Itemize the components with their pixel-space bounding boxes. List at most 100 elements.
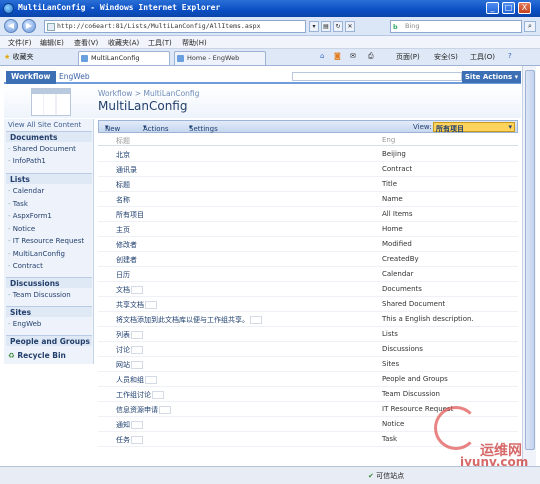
list-row[interactable]: 名称 Name [98,193,518,207]
list-row[interactable]: 人员和组 People and Groups [98,373,518,387]
nav-item-contract[interactable]: Contract [8,262,43,270]
edit-menu-icon[interactable] [250,316,262,324]
list-item-title[interactable]: 任务 [116,435,143,445]
list-item-title[interactable]: 人员和组 [116,375,157,385]
edit-menu-icon[interactable] [131,286,143,294]
view-selector[interactable]: 所有项目 ▾ [433,122,515,133]
nav-section-people-and-groups[interactable]: People and Groups [6,335,92,346]
cmd-safety[interactable]: 安全(S) [434,52,458,62]
nav-section-documents[interactable]: Documents [6,131,92,142]
print-icon[interactable]: ⎙ [368,52,374,61]
edit-menu-icon[interactable] [145,301,157,309]
favorites-button[interactable]: ★ 收藏夹 [4,52,34,62]
actions-menu[interactable]: Actions ▾ [143,123,169,133]
list-item-title[interactable]: 通知 [116,420,143,430]
nav-item-aspxform1[interactable]: AspxForm1 [8,212,52,220]
sp-tab-workflow[interactable]: Workflow [6,71,56,84]
list-item-title[interactable]: 通讯录 [116,165,137,175]
cmd-tools[interactable]: 工具(O) [470,52,495,62]
column-header-eng[interactable]: Eng [382,136,395,144]
forward-button[interactable]: ▶ [22,19,36,33]
menu-help[interactable]: 帮助(H) [182,38,207,48]
new-menu[interactable]: New ▾ [105,123,120,133]
list-item-title[interactable]: 主页 [116,225,130,235]
compat-view-icon[interactable]: ▤ [321,21,331,32]
column-header-title[interactable]: 标题 [116,136,130,146]
list-row[interactable]: 修改者 Modified [98,238,518,252]
nav-section-lists[interactable]: Lists [6,173,92,184]
list-item-title[interactable]: 北京 [116,150,130,160]
menu-edit[interactable]: 编辑(E) [40,38,64,48]
security-zone[interactable]: ✔ 可信站点 [368,471,404,481]
refresh-icon[interactable]: ↻ [333,21,343,32]
list-item-title[interactable]: 网站 [116,360,143,370]
list-item-title[interactable]: 工作组讨论 [116,390,164,400]
sp-search-input[interactable] [292,72,462,81]
list-row[interactable]: 创建者 CreatedBy [98,253,518,267]
nav-item-team-discussion[interactable]: Team Discussion [8,291,71,299]
mail-icon[interactable]: ✉ [350,52,356,60]
nav-item-shared-document[interactable]: Shared Document [8,145,76,153]
list-item-title[interactable]: 列表 [116,330,143,340]
stop-icon[interactable]: ✕ [345,21,355,32]
list-item-title[interactable]: 标题 [116,180,130,190]
view-all-site-content-link[interactable]: View All Site Content [8,121,81,129]
home-icon[interactable]: ⌂ [320,52,324,60]
list-item-title[interactable]: 修改者 [116,240,137,250]
tab-home-engweb[interactable]: Home - EngWeb [174,51,266,65]
list-row[interactable]: 将文档添加到此文档库以便与工作组共享。 This a English descri… [98,313,518,327]
list-row[interactable]: 文档 Documents [98,283,518,297]
nav-item-calendar[interactable]: Calendar [8,187,44,195]
nav-item-multilanconfig[interactable]: MultiLanConfig [8,250,65,258]
list-row[interactable]: 北京 Beijing [98,148,518,162]
list-item-title[interactable]: 名称 [116,195,130,205]
list-item-title[interactable]: 创建者 [116,255,137,265]
edit-menu-icon[interactable] [131,331,143,339]
close-button[interactable]: X [518,2,531,14]
edit-menu-icon[interactable] [131,436,143,444]
edit-menu-icon[interactable] [145,376,157,384]
list-row[interactable]: 标题 Title [98,178,518,192]
list-row[interactable]: 日历 Calendar [98,268,518,282]
list-item-title[interactable]: 讨论 [116,345,143,355]
breadcrumb[interactable]: Workflow > MultiLanConfig [98,89,199,98]
cmd-page[interactable]: 页面(P) [396,52,420,62]
edit-menu-icon[interactable] [131,421,143,429]
minimize-button[interactable]: _ [486,2,499,14]
nav-item-it-resource-request[interactable]: IT Resource Request [8,237,84,245]
scrollbar-thumb[interactable] [525,70,535,450]
menu-view[interactable]: 查看(V) [74,38,98,48]
edit-menu-icon[interactable] [152,391,164,399]
sp-tab-engweb[interactable]: EngWeb [54,71,95,84]
list-row[interactable]: 网站 Sites [98,358,518,372]
search-input[interactable]: b Bing [390,20,522,33]
list-row[interactable]: 所有项目 All Items [98,208,518,222]
list-item-title[interactable]: 日历 [116,270,130,280]
list-item-title[interactable]: 信息资源申请 [116,405,171,415]
edit-menu-icon[interactable] [159,406,171,414]
list-row[interactable]: 主页 Home [98,223,518,237]
nav-item-infopath1[interactable]: InfoPath1 [8,157,46,165]
edit-menu-icon[interactable] [131,361,143,369]
list-row[interactable]: 共享文档 Shared Document [98,298,518,312]
help-icon[interactable]: ? [508,52,512,60]
nav-item-engweb[interactable]: EngWeb [8,320,42,328]
search-go-icon[interactable]: ⌕ [524,21,536,32]
menu-tools[interactable]: 工具(T) [148,38,172,48]
list-row[interactable]: 讨论 Discussions [98,343,518,357]
list-item-title[interactable]: 共享文档 [116,300,157,310]
edit-menu-icon[interactable] [131,346,143,354]
menu-favorites[interactable]: 收藏夹(A) [108,38,139,48]
list-row[interactable]: 通讯录 Contract [98,163,518,177]
menu-file[interactable]: 文件(F) [8,38,32,48]
url-field[interactable]: http://co6eart:81/Lists/MultiLanConfig/A… [44,20,306,33]
maximize-button[interactable]: □ [502,2,515,14]
tab-multilanconfig[interactable]: MultiLanConfig [78,51,170,65]
list-item-title[interactable]: 所有项目 [116,210,144,220]
list-item-title[interactable]: 文档 [116,285,143,295]
back-button[interactable]: ◀ [4,19,18,33]
settings-menu[interactable]: Settings ▾ [189,123,218,133]
feeds-icon[interactable]: ◙ [334,52,341,60]
recycle-bin-link[interactable]: ♻ Recycle Bin [8,351,66,360]
nav-section-sites[interactable]: Sites [6,306,92,317]
